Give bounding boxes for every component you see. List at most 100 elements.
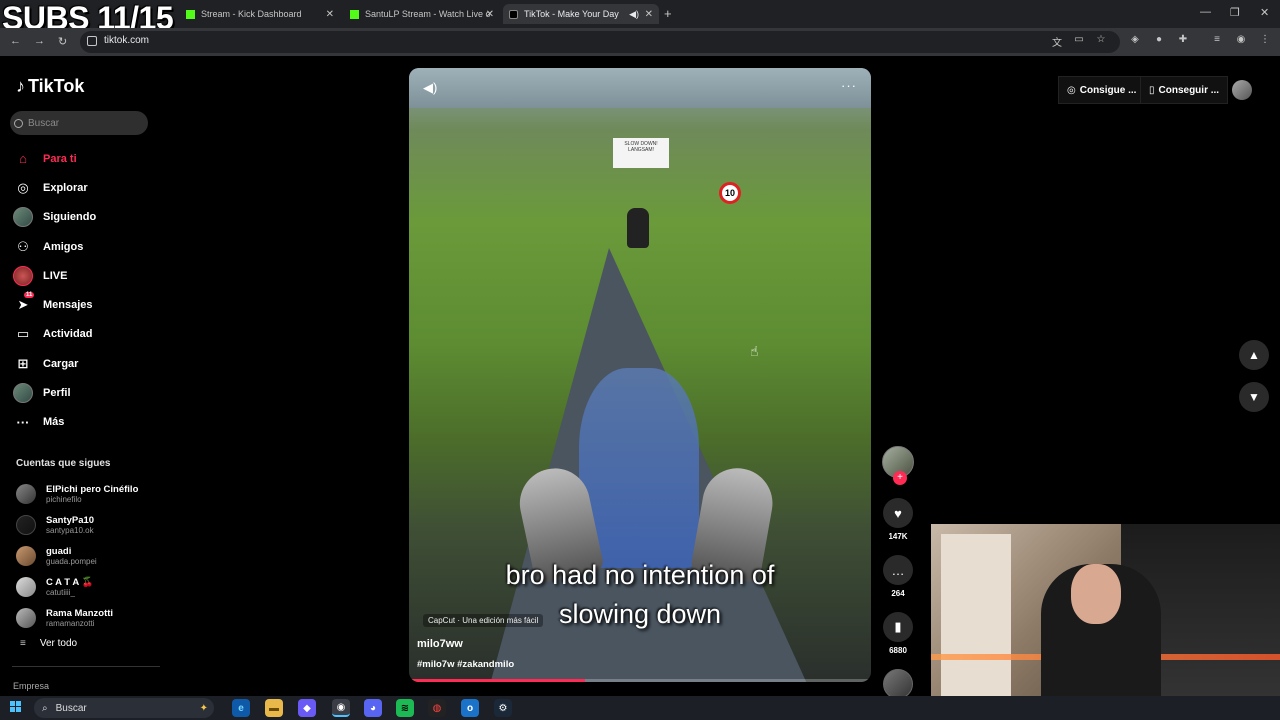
company-link[interactable]: Empresa xyxy=(13,681,49,691)
account-username: guada.pompei xyxy=(46,556,97,566)
get-app-label: Conseguir ... xyxy=(1158,84,1220,96)
windows-taskbar: ⌕ Buscar ✦ e ▬ ◆ ◉ ◕ ≋ ◍ o ⚙ xyxy=(0,696,1280,720)
list-item[interactable]: SantyPa10 santypa10.ok xyxy=(16,509,166,540)
tab-tiktok[interactable]: TikTok - Make Your Day ◀) ✕ xyxy=(503,4,659,24)
video-player[interactable]: SLOW DOWN! LANGSAM! 10 ◀) ··· bro had no… xyxy=(409,68,871,682)
video-progress-bar[interactable] xyxy=(409,679,871,682)
sidebar-item-actividad[interactable]: ▭ Actividad xyxy=(12,320,162,349)
spotify-icon[interactable]: ≋ xyxy=(396,699,414,717)
copilot-icon[interactable]: ◆ xyxy=(298,699,316,717)
tab-kick-dashboard[interactable]: Stream - Kick Dashboard ✕ xyxy=(180,4,340,24)
translate-icon[interactable]: 文 xyxy=(1050,34,1064,49)
site-info-icon[interactable] xyxy=(87,36,97,46)
account-name: C A T A 🍒 xyxy=(46,576,94,588)
get-app-button[interactable]: ▯ Conseguir ... xyxy=(1140,76,1229,104)
file-explorer-icon[interactable]: ▬ xyxy=(265,699,283,717)
bookmark-star-icon[interactable]: ☆ xyxy=(1094,34,1108,48)
save-button[interactable]: ▮ 6880 xyxy=(880,612,916,655)
forward-icon[interactable]: → xyxy=(34,35,45,47)
puzzle-icon[interactable]: ✚ xyxy=(1176,34,1190,48)
list-item[interactable]: ElPichi pero Cinéfilo pichinefilo xyxy=(16,478,166,509)
follow-plus-icon[interactable]: + xyxy=(893,471,907,485)
outlook-icon[interactable]: o xyxy=(461,699,479,717)
activity-icon: ▭ xyxy=(16,326,30,342)
media-icon[interactable]: ≡ xyxy=(1210,34,1224,48)
tab-audio-icon[interactable]: ◀) xyxy=(629,9,639,20)
tiktok-logo[interactable]: ♪ TikTok xyxy=(16,76,84,97)
video-speed-sign: 10 xyxy=(719,182,741,204)
get-coins-button[interactable]: ◎ Consigue ... xyxy=(1058,76,1146,104)
search-placeholder: Buscar xyxy=(28,117,60,129)
sidebar-item-live[interactable]: LIVE xyxy=(12,261,162,290)
list-item[interactable]: Rama Manzotti ramamanzotti xyxy=(16,602,166,633)
kick-favicon-icon xyxy=(350,9,359,19)
volume-icon[interactable]: ◀) xyxy=(423,80,437,96)
list-item[interactable]: C A T A 🍒 catutiiii_ xyxy=(16,571,166,602)
next-video-button[interactable]: ▼ xyxy=(1239,382,1269,412)
sidebar-item-cargar[interactable]: ⊞ Cargar xyxy=(12,349,162,378)
search-icon: ⌕ xyxy=(42,702,48,714)
sidebar-item-siguiendo[interactable]: Siguiendo xyxy=(12,203,162,232)
url-field[interactable] xyxy=(80,31,1120,53)
tab-santulp-stream[interactable]: SantuLP Stream - Watch Live o ✕ xyxy=(344,4,500,24)
kick-favicon-icon xyxy=(186,9,195,19)
cast-icon[interactable]: ▭ xyxy=(1072,34,1086,48)
video-progress-fill xyxy=(409,679,585,682)
sidebar-item-explorar[interactable]: ◎ Explorar xyxy=(12,173,162,202)
new-tab-button[interactable]: + xyxy=(664,6,672,21)
video-hashtags[interactable]: #milo7w #zakandmilo xyxy=(417,659,514,670)
coins-icon: ◎ xyxy=(1067,84,1076,96)
like-button[interactable]: ♥ 147K xyxy=(880,498,916,541)
account-name: Rama Manzotti xyxy=(46,607,114,619)
sidebar-item-mensajes[interactable]: ➤ 11 Mensajes xyxy=(12,290,162,319)
close-window-icon[interactable]: ✕ xyxy=(1260,6,1269,19)
back-icon[interactable]: ← xyxy=(10,35,21,47)
steam-icon[interactable]: ⚙ xyxy=(494,699,512,717)
tab-close-icon[interactable]: ✕ xyxy=(486,9,494,20)
chrome-icon[interactable]: ◉ xyxy=(332,699,350,717)
sidebar-item-mas[interactable]: ··· Más xyxy=(12,408,162,437)
mouse-cursor-icon: ☝ xyxy=(750,343,759,359)
previous-video-button[interactable]: ▲ xyxy=(1239,340,1269,370)
sidebar-item-perfil[interactable]: Perfil xyxy=(12,378,162,407)
comment-button[interactable]: … 264 xyxy=(880,555,916,598)
friends-icon: ⚇ xyxy=(17,238,29,254)
taskbar-search-input[interactable]: ⌕ Buscar ✦ xyxy=(34,698,214,718)
url-text[interactable]: tiktok.com xyxy=(104,35,149,46)
tab-close-icon[interactable]: ✕ xyxy=(326,9,334,20)
music-disc-icon[interactable] xyxy=(883,669,913,699)
get-coins-label: Consigue ... xyxy=(1079,84,1137,96)
list-item[interactable]: guadi guada.pompei xyxy=(16,540,166,571)
avatar xyxy=(16,576,36,597)
windows-start-icon[interactable] xyxy=(10,701,22,713)
more-options-icon[interactable]: ··· xyxy=(841,78,857,93)
restore-icon[interactable]: ❐ xyxy=(1230,6,1240,19)
tab-close-icon[interactable]: ✕ xyxy=(645,9,653,20)
avatar xyxy=(16,483,36,504)
tiktok-favicon-icon xyxy=(509,9,518,19)
reload-icon[interactable]: ↻ xyxy=(58,35,67,48)
tab-label: TikTok - Make Your Day xyxy=(524,9,619,19)
sidebar-item-label: LIVE xyxy=(43,269,68,282)
discord-icon[interactable]: ◕ xyxy=(364,699,382,717)
browser-menu-icon[interactable]: ⋮ xyxy=(1258,34,1272,48)
obs-icon[interactable]: ◍ xyxy=(428,699,446,717)
minimize-icon[interactable]: — xyxy=(1200,6,1211,18)
creator-avatar[interactable]: + xyxy=(882,446,914,485)
user-avatar[interactable] xyxy=(1232,80,1252,100)
more-icon: ··· xyxy=(16,414,30,430)
see-all-link[interactable]: ≡ Ver todo xyxy=(20,638,77,649)
video-background-mountains xyxy=(409,68,871,108)
account-username: catutiiii_ xyxy=(46,587,75,597)
video-username[interactable]: milo7ww xyxy=(417,638,463,650)
search-input[interactable]: Buscar xyxy=(10,111,148,135)
extension-shield-icon[interactable]: ◈ xyxy=(1128,34,1142,48)
capcut-label[interactable]: CapCut · Una edición más fácil xyxy=(423,614,544,627)
sidebar-item-amigos[interactable]: ⚇ Amigos xyxy=(12,232,162,261)
edge-icon[interactable]: e xyxy=(232,699,250,717)
sidebar-item-para-ti[interactable]: ⌂ Para ti xyxy=(12,144,162,173)
phone-icon: ▯ xyxy=(1149,84,1155,96)
extension-icon[interactable]: ● xyxy=(1152,34,1166,48)
tiktok-note-icon: ♪ xyxy=(16,76,25,96)
profile-icon[interactable]: ◉ xyxy=(1234,34,1248,48)
